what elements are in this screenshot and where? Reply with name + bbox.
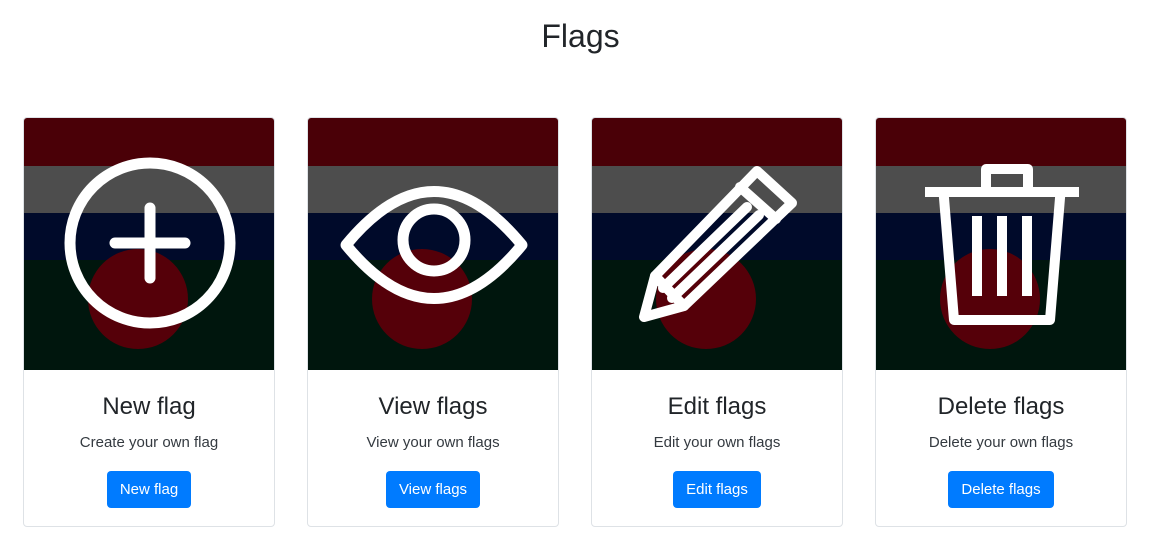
flag-image [592, 118, 842, 370]
delete-flags-button[interactable]: Delete flags [948, 471, 1054, 508]
page-title: Flags [541, 18, 620, 54]
card-view-flags: View flags View your own flags View flag… [307, 117, 559, 527]
card-new-flag: New flag Create your own flag New flag [23, 117, 275, 527]
card-title: New flag [102, 393, 196, 420]
card-edit-flags: Edit flags Edit your own flags Edit flag… [591, 117, 843, 527]
view-flags-button[interactable]: View flags [385, 471, 481, 508]
card-description: Delete your own flags [928, 434, 1074, 451]
flag-image [876, 118, 1126, 370]
flag-image [308, 118, 558, 370]
new-flag-button[interactable]: New flag [106, 471, 192, 508]
card-delete-flags: Delete flags Delete your own flags Delet… [875, 117, 1127, 527]
card-description: View your own flags [366, 434, 500, 451]
card-title: Delete flags [937, 393, 1065, 420]
card-title: View flags [378, 393, 488, 420]
card-title: Edit flags [667, 393, 767, 420]
card-description: Create your own flag [79, 434, 219, 451]
edit-flags-button[interactable]: Edit flags [673, 471, 761, 508]
card-description: Edit your own flags [653, 434, 781, 451]
flag-image [24, 118, 274, 370]
